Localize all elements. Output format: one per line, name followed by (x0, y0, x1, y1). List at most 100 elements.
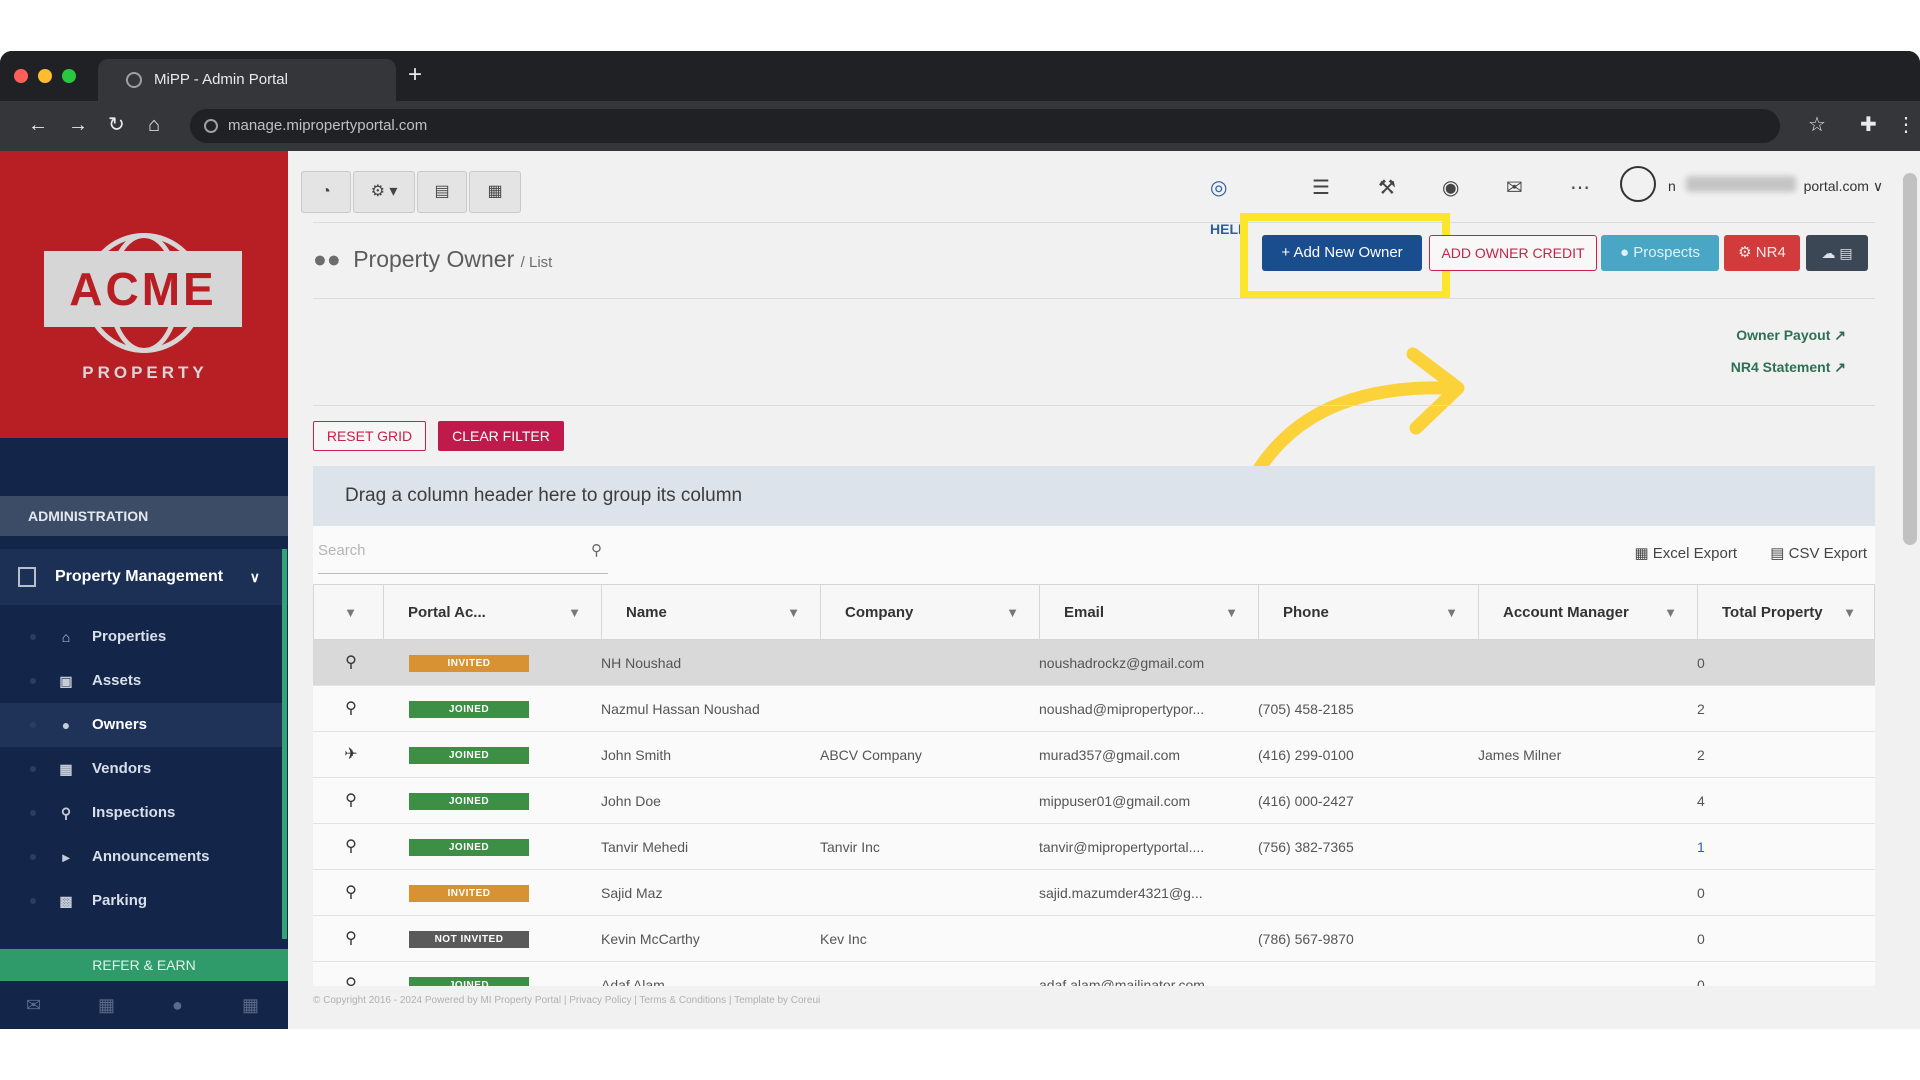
new-tab-button[interactable]: + (408, 63, 422, 87)
calendar-icon[interactable]: ▤ (417, 171, 467, 213)
cell-name: John Smith (601, 747, 672, 763)
filter-icon[interactable]: ▼ (1006, 585, 1019, 641)
nr4-statement-link[interactable]: NR4 Statement ↗ (1731, 359, 1846, 376)
prospects-label: Prospects (1633, 244, 1700, 261)
menu-icon[interactable]: ⋮ (1896, 114, 1916, 136)
sidebar-item-label: Parking (92, 892, 148, 909)
home-icon[interactable]: ⌂ (148, 114, 160, 136)
table-row[interactable]: ⚲ INVITED Sajid Maz sajid.mazumder4321@g… (313, 870, 1875, 916)
mail-icon[interactable]: ✉ (1506, 168, 1523, 208)
browser-tab[interactable]: MiPP - Admin Portal (98, 59, 396, 101)
csv-export-label: CSV Export (1788, 545, 1867, 562)
user-icon[interactable]: ● (172, 995, 183, 1016)
filter-icon[interactable]: ▼ (787, 585, 800, 641)
forward-icon[interactable]: → (68, 114, 88, 136)
filter-icon[interactable]: ▼ (568, 585, 581, 641)
clear-filter-button[interactable]: CLEAR FILTER (438, 421, 564, 451)
nav-group-property-management[interactable]: Property Management ∨ (0, 549, 288, 605)
sidebar-item-inspections[interactable]: ⚲ Inspections (0, 791, 282, 835)
status-badge: JOINED (409, 793, 529, 810)
refer-earn-button[interactable]: REFER & EARN (0, 949, 288, 981)
table-row[interactable]: ⚲ JOINED Tanvir Mehedi Tanvir Inc tanvir… (313, 824, 1875, 870)
column-header-icon[interactable]: ▼ (314, 585, 384, 641)
briefcase-icon[interactable]: ▦ (98, 995, 115, 1016)
minimize-window-icon[interactable] (38, 69, 52, 83)
prospects-button[interactable]: ● Prospects (1601, 235, 1719, 271)
star-icon[interactable]: ☆ (1808, 114, 1826, 136)
calculator-icon[interactable]: ▦ (242, 995, 259, 1016)
reset-grid-button[interactable]: RESET GRID (313, 421, 426, 451)
search-input[interactable]: Search ⚲ (318, 534, 608, 574)
reload-icon[interactable]: ↻ (108, 114, 125, 136)
cell-total: 2 (1697, 747, 1705, 763)
csv-icon: ▤ (1770, 545, 1785, 562)
cell-total: 0 (1697, 931, 1705, 947)
sidebar-item-properties[interactable]: ⌂ Properties (0, 615, 282, 659)
sidebar-item-announcements[interactable]: ▸ Announcements (0, 835, 282, 879)
owner-payout-link[interactable]: Owner Payout ↗ (1736, 327, 1846, 344)
group-by-bar[interactable]: Drag a column header here to group its c… (313, 466, 1875, 526)
address-bar[interactable]: manage.mipropertyportal.com (190, 109, 1780, 143)
cell-manager (1454, 686, 1673, 732)
back-icon[interactable]: ← (28, 114, 48, 136)
table-row[interactable]: ⚲ NOT INVITED Kevin McCarthy Kev Inc (78… (313, 916, 1875, 962)
table-row[interactable]: ✈ JOINED John Smith ABCV Company murad35… (313, 732, 1875, 778)
maximize-window-icon[interactable] (62, 69, 76, 83)
eye-icon[interactable]: ◉ (1442, 168, 1459, 208)
filter-icon[interactable]: ▼ (1664, 585, 1677, 641)
column-label: Account Manager (1503, 604, 1629, 621)
table-row[interactable]: ⚲ INVITED NH Noushad noushadrockz@gmail.… (313, 640, 1875, 686)
add-new-owner-button[interactable]: + Add New Owner (1262, 235, 1422, 271)
filter-icon[interactable]: ▼ (344, 585, 357, 641)
search-icon[interactable]: ⚲ (591, 534, 602, 568)
cell-total[interactable]: 1 (1673, 824, 1851, 870)
table-row[interactable]: ⚲ JOINED John Doe mippuser01@gmail.com (… (313, 778, 1875, 824)
chart-icon[interactable]: ☰ (1312, 168, 1330, 208)
add-owner-credit-button[interactable]: ADD OWNER CREDIT (1429, 235, 1597, 271)
status-badge: JOINED (409, 977, 529, 986)
table-row[interactable]: ⚲ JOINED Adaf Alam adaf.alam@mailinator.… (313, 962, 1875, 986)
filter-icon[interactable]: ▼ (1843, 585, 1856, 641)
column-header-email[interactable]: Email ▼ (1040, 585, 1259, 641)
column-header-total-property[interactable]: Total Property ▼ (1698, 585, 1875, 641)
extensions-icon[interactable]: ✚ (1860, 114, 1877, 136)
map-pin-icon: ⚲ (345, 654, 357, 671)
settings-dropdown-icon[interactable]: ⚙ ▾ (353, 171, 415, 213)
cloud-database-button[interactable]: ☁ ▤ (1806, 235, 1868, 271)
cell-total: 0 (1697, 655, 1705, 671)
filter-icon[interactable]: ▼ (1445, 585, 1458, 641)
table-row[interactable]: ⚲ JOINED Nazmul Hassan Noushad noushad@m… (313, 686, 1875, 732)
column-header-account-manager[interactable]: Account Manager ▼ (1479, 585, 1698, 641)
sidebar-item-vendors[interactable]: ▦ Vendors (0, 747, 282, 791)
column-header-phone[interactable]: Phone ▼ (1259, 585, 1479, 641)
csv-export-button[interactable]: ▤ CSV Export (1770, 544, 1867, 562)
sidebar: ACME PROPERTY ADMINISTRATION Property Ma… (0, 151, 288, 1029)
cell-company (796, 962, 1015, 986)
filter-icon[interactable]: ▼ (1225, 585, 1238, 641)
wrench-icon[interactable]: ⚒ (1378, 168, 1396, 208)
dashboard-icon[interactable]: ◔ (301, 171, 351, 213)
sidebar-item-owners[interactable]: ● Owners (0, 703, 282, 747)
column-header-portal[interactable]: Portal Ac... ▼ (384, 585, 602, 641)
column-header-company[interactable]: Company ▼ (821, 585, 1040, 641)
external-link-icon: ↗ (1834, 327, 1846, 343)
calculator-icon[interactable]: ▦ (469, 171, 521, 213)
logo-text: ACME (44, 251, 242, 327)
briefcase-icon: ▦ (59, 761, 73, 777)
nr4-button[interactable]: ⚙ NR4 (1724, 235, 1800, 271)
more-icon[interactable]: ⋯ (1570, 168, 1590, 208)
bullet-icon (30, 898, 36, 904)
sidebar-item-assets[interactable]: ▣ Assets (0, 659, 282, 703)
column-header-name[interactable]: Name ▼ (602, 585, 821, 641)
close-window-icon[interactable] (14, 69, 28, 83)
logo[interactable]: ACME PROPERTY (0, 151, 288, 438)
excel-export-button[interactable]: ▦ Excel Export (1634, 544, 1737, 562)
avatar[interactable] (1620, 166, 1656, 202)
sidebar-item-parking[interactable]: ▩ Parking (0, 879, 282, 923)
site-info-icon[interactable] (204, 119, 218, 133)
status-badge: JOINED (409, 747, 529, 764)
mail-icon[interactable]: ✉ (26, 995, 41, 1016)
scrollbar-thumb[interactable] (1903, 173, 1917, 545)
user-menu[interactable]: n portal.com ∨ (1668, 178, 1883, 195)
cell-email: tanvir@mipropertyportal.... (1039, 839, 1205, 855)
